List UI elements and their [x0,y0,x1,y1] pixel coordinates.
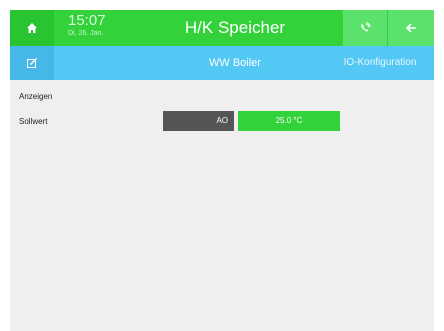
clock-date: Di, 26. Jan. [68,30,104,37]
home-icon [27,23,37,33]
content-area: Anzeigen Sollwert AO 25.0 °C [10,80,434,331]
arrow-left-icon [406,23,417,33]
sub-bar: WW Boiler IO-Konfiguration [10,46,434,80]
edit-button[interactable] [10,46,54,80]
setpoint-value[interactable]: 25.0 °C [238,111,340,131]
analog-output-badge: AO [163,111,234,131]
clock: 15:07 Di, 26. Jan. [68,13,158,43]
phone-call-icon [361,22,371,32]
setpoint-label: Sollwert [19,117,48,126]
section-title: WW Boiler [209,57,261,69]
top-bar: 15:07 Di, 26. Jan. H/K Speicher [10,10,434,46]
page-title: H/K Speicher [184,18,286,37]
back-button[interactable] [388,10,434,46]
section-label: Anzeigen [19,92,53,101]
app-frame: 15:07 Di, 26. Jan. H/K Speicher WW Boile… [10,10,434,331]
home-button[interactable] [10,10,54,46]
clock-time: 15:07 [68,12,106,29]
edit-icon [27,58,37,68]
call-button[interactable] [343,10,387,46]
io-configuration-link[interactable]: IO-Konfiguration [328,46,432,80]
